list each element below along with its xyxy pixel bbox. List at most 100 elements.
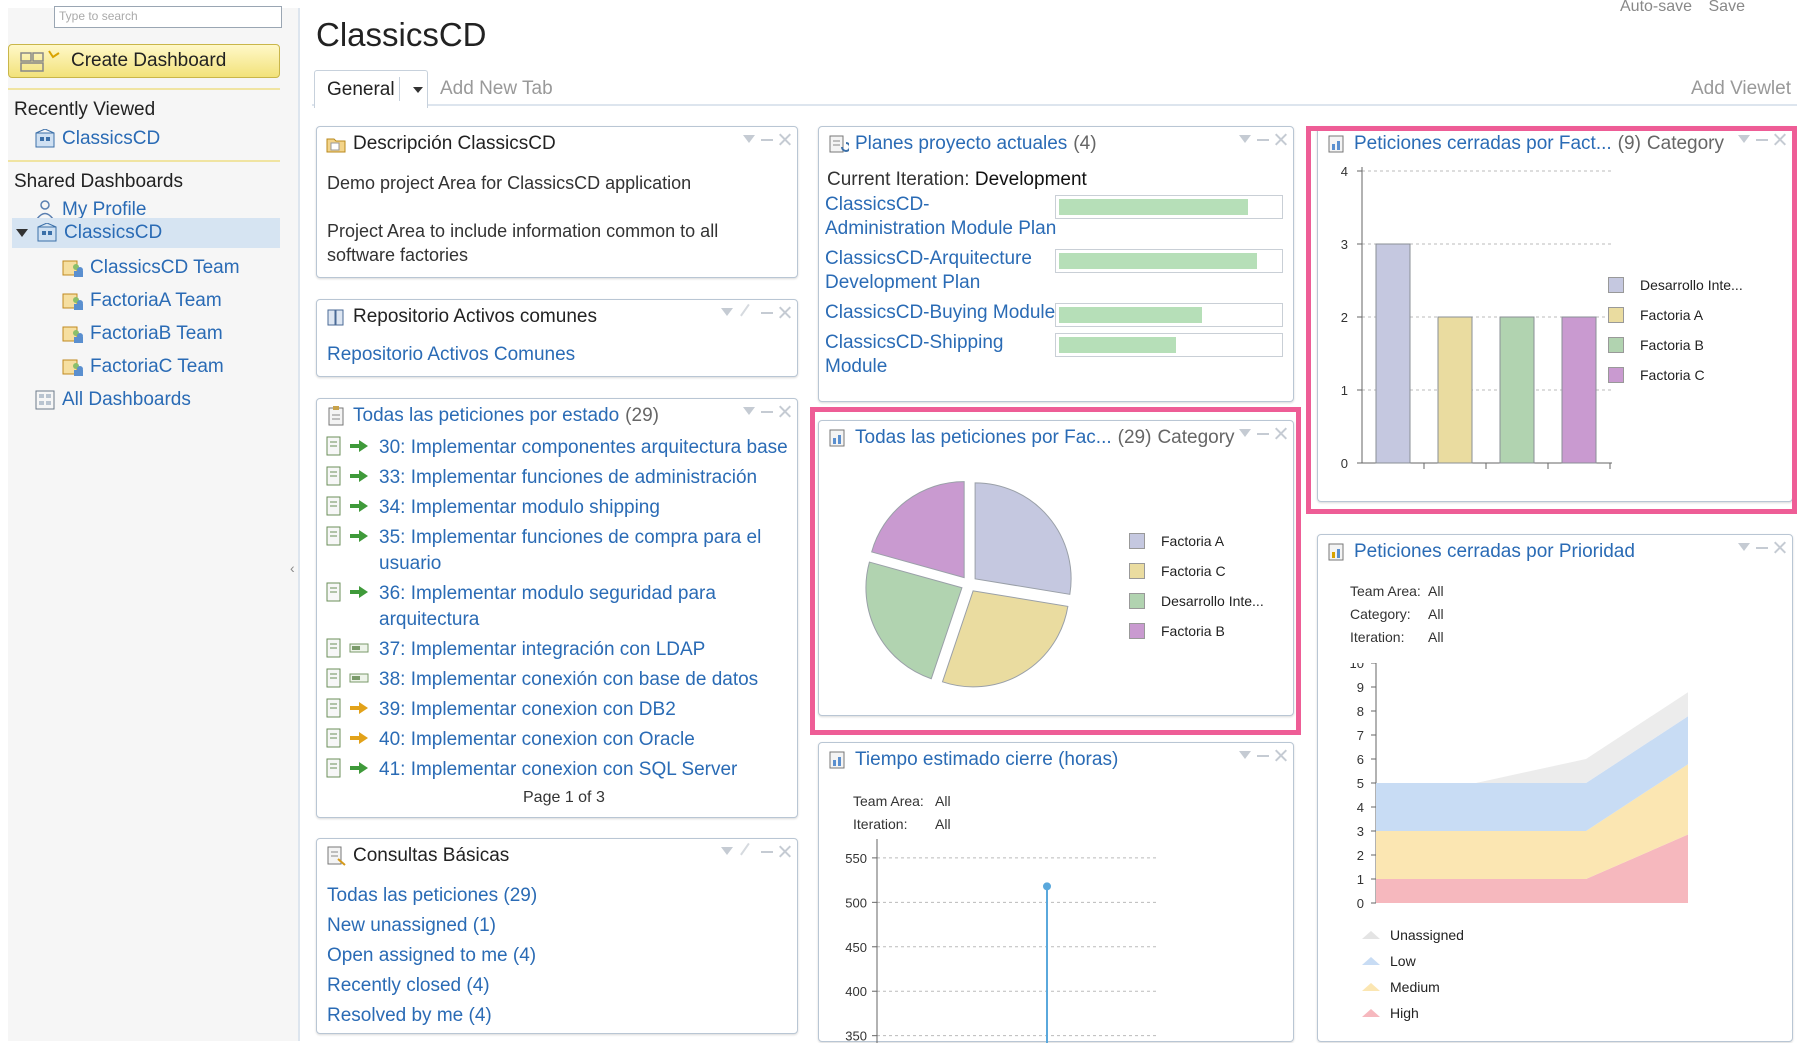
viewlet-controls[interactable] (1239, 749, 1287, 761)
work-item-link[interactable]: 30: Implementar componentes arquitectura… (379, 435, 788, 461)
menu-icon[interactable] (721, 308, 733, 316)
close-icon[interactable] (1275, 133, 1287, 145)
work-item-row[interactable]: 34: Implementar modulo shipping (323, 495, 660, 521)
viewlet-title[interactable]: Todas las peticiones por estado (353, 405, 619, 427)
add-viewlet-link[interactable]: Add Viewlet (1691, 78, 1791, 100)
menu-icon[interactable] (743, 407, 755, 415)
viewlet-title[interactable]: Peticiones cerradas por Prioridad (1354, 541, 1635, 563)
repositorio-link[interactable]: Repositorio Activos Comunes (327, 344, 575, 366)
plan-link[interactable]: ClassicsCD- Administration Module Plan (825, 193, 1056, 241)
minimize-icon[interactable] (761, 306, 773, 314)
all-dashboards-icon (35, 390, 55, 410)
work-item-row[interactable]: 30: Implementar componentes arquitectura… (323, 435, 788, 461)
close-icon[interactable] (1275, 749, 1287, 761)
work-item-row[interactable]: 37: Implementar integración con LDAP (323, 637, 705, 663)
query-link[interactable]: New unassigned (1) (327, 915, 496, 937)
menu-icon[interactable] (721, 847, 733, 855)
viewlet-controls[interactable] (721, 842, 791, 862)
task-icon (326, 668, 341, 688)
description-line: Project Area to include information comm… (327, 221, 719, 241)
tab-general[interactable]: General (314, 70, 428, 108)
work-item-row[interactable]: 40: Implementar conexion con Oracle (323, 727, 695, 753)
sidebar-item-factoriaa-team[interactable]: FactoriaA Team (62, 286, 222, 316)
close-icon[interactable] (779, 845, 791, 857)
edit-icon[interactable] (740, 842, 758, 862)
clipboard-icon (328, 406, 344, 426)
sidebar-collapse-handle[interactable]: ‹ (290, 560, 298, 576)
close-icon[interactable] (1774, 541, 1786, 553)
plan-progress-bar (1055, 249, 1283, 273)
viewlet-title[interactable]: Planes proyecto actuales (855, 133, 1067, 155)
work-item-link[interactable]: 39: Implementar conexion con DB2 (379, 697, 676, 723)
menu-icon[interactable] (1239, 751, 1251, 759)
filter-team-area-label: Team Area: (853, 793, 924, 809)
recent-item-classicscd[interactable]: ClassicsCD (34, 124, 160, 154)
viewlet-controls[interactable] (721, 303, 791, 323)
sidebar-item-factoriac-team[interactable]: FactoriaC Team (62, 352, 224, 382)
task-icon (326, 466, 341, 486)
plan-link[interactable]: ClassicsCD-Shipping Module (825, 331, 1003, 379)
work-item-link[interactable]: 33: Implementar funciones de administrac… (379, 465, 757, 491)
work-item-link[interactable]: 37: Implementar integración con LDAP (379, 637, 705, 663)
task-icon (326, 526, 341, 546)
plan-text: ClassicsCD- (825, 194, 930, 215)
menu-icon[interactable] (1738, 543, 1750, 551)
sidebar-item-classicscd[interactable]: ClassicsCD (12, 218, 280, 248)
close-icon[interactable] (779, 405, 791, 417)
sidebar-item-factoriab-team[interactable]: FactoriaB Team (62, 319, 223, 349)
work-item-text: 38: Implementar conexión con base de dat… (379, 669, 759, 690)
minimize-icon[interactable] (1257, 749, 1269, 757)
close-icon[interactable] (779, 133, 791, 145)
work-item-link[interactable]: 34: Implementar modulo shipping (379, 495, 660, 521)
menu-icon[interactable] (1239, 135, 1251, 143)
filter-iteration-label: Iteration: (1350, 629, 1405, 645)
plan-icon (829, 135, 849, 153)
plan-text: ClassicsCD-Buying Module (825, 302, 1056, 323)
viewlet-controls[interactable] (1239, 133, 1287, 145)
viewlet-title[interactable]: Tiempo estimado cierre (horas) (855, 749, 1118, 771)
minimize-icon[interactable] (761, 845, 773, 853)
query-link[interactable]: Resolved by me (4) (327, 1005, 492, 1027)
work-item-row[interactable]: 41: Implementar conexion con SQL Server (323, 757, 737, 783)
viewlet-controls[interactable] (1738, 541, 1786, 553)
minimize-icon[interactable] (761, 405, 773, 413)
viewlet-controls[interactable] (743, 405, 791, 417)
arrow-right-icon (350, 470, 368, 482)
query-link[interactable]: Todas las peticiones (29) (327, 885, 537, 907)
minimize-icon[interactable] (1257, 133, 1269, 141)
query-link[interactable]: Recently closed (4) (327, 975, 490, 997)
plan-link[interactable]: ClassicsCD-Arquitecture Development Plan (825, 247, 1032, 295)
work-item-link[interactable]: 41: Implementar conexion con SQL Server (379, 757, 737, 783)
sidebar-item-classicscd-team[interactable]: ClassicsCD Team (62, 253, 240, 283)
search-input[interactable]: Type to search (54, 6, 282, 28)
edit-icon[interactable] (740, 303, 758, 323)
collapse-icon[interactable] (16, 229, 28, 237)
description-line: Demo project Area for ClassicsCD applica… (327, 173, 692, 193)
add-new-tab-link[interactable]: Add New Tab (440, 78, 553, 100)
menu-icon[interactable] (743, 135, 755, 143)
plan-link[interactable]: ClassicsCD-Buying Module (825, 301, 1055, 325)
save-button[interactable]: Save (1709, 0, 1745, 15)
viewlet-peticiones-estado: Todas las peticiones por estado (29) 30:… (316, 398, 798, 818)
work-item-link[interactable]: 36: Implementar modulo seguridad para arq… (379, 581, 716, 633)
create-dashboard-button[interactable]: Create Dashboard (8, 44, 280, 78)
chevron-down-icon[interactable] (412, 86, 423, 93)
work-item-link[interactable]: 38: Implementar conexión con base de dat… (379, 667, 758, 693)
work-item-row[interactable]: 39: Implementar conexion con DB2 (323, 697, 676, 723)
sidebar-item-all-dashboards[interactable]: All Dashboards (34, 385, 191, 415)
description-line: software factories (327, 245, 469, 265)
work-item-row[interactable]: 33: Implementar funciones de administrac… (323, 465, 757, 491)
query-link[interactable]: Open assigned to me (4) (327, 945, 536, 967)
close-icon[interactable] (779, 306, 791, 318)
minimize-icon[interactable] (1756, 541, 1768, 549)
book-icon (327, 309, 344, 326)
auto-save-label[interactable]: Auto-save (1620, 0, 1692, 15)
minimize-icon[interactable] (761, 133, 773, 141)
legend-label: Low (1390, 953, 1417, 969)
work-item-link[interactable]: 40: Implementar conexion con Oracle (379, 727, 695, 753)
work-item-row[interactable]: 38: Implementar conexión con base de dat… (323, 667, 758, 693)
viewlet-controls[interactable] (743, 133, 791, 145)
work-item-row[interactable]: 35: Implementar funciones de compra para… (323, 525, 761, 574)
work-item-row[interactable]: 36: Implementar modulo seguridad para arq… (323, 581, 716, 630)
work-item-link[interactable]: 35: Implementar funciones de compra para… (379, 525, 761, 577)
